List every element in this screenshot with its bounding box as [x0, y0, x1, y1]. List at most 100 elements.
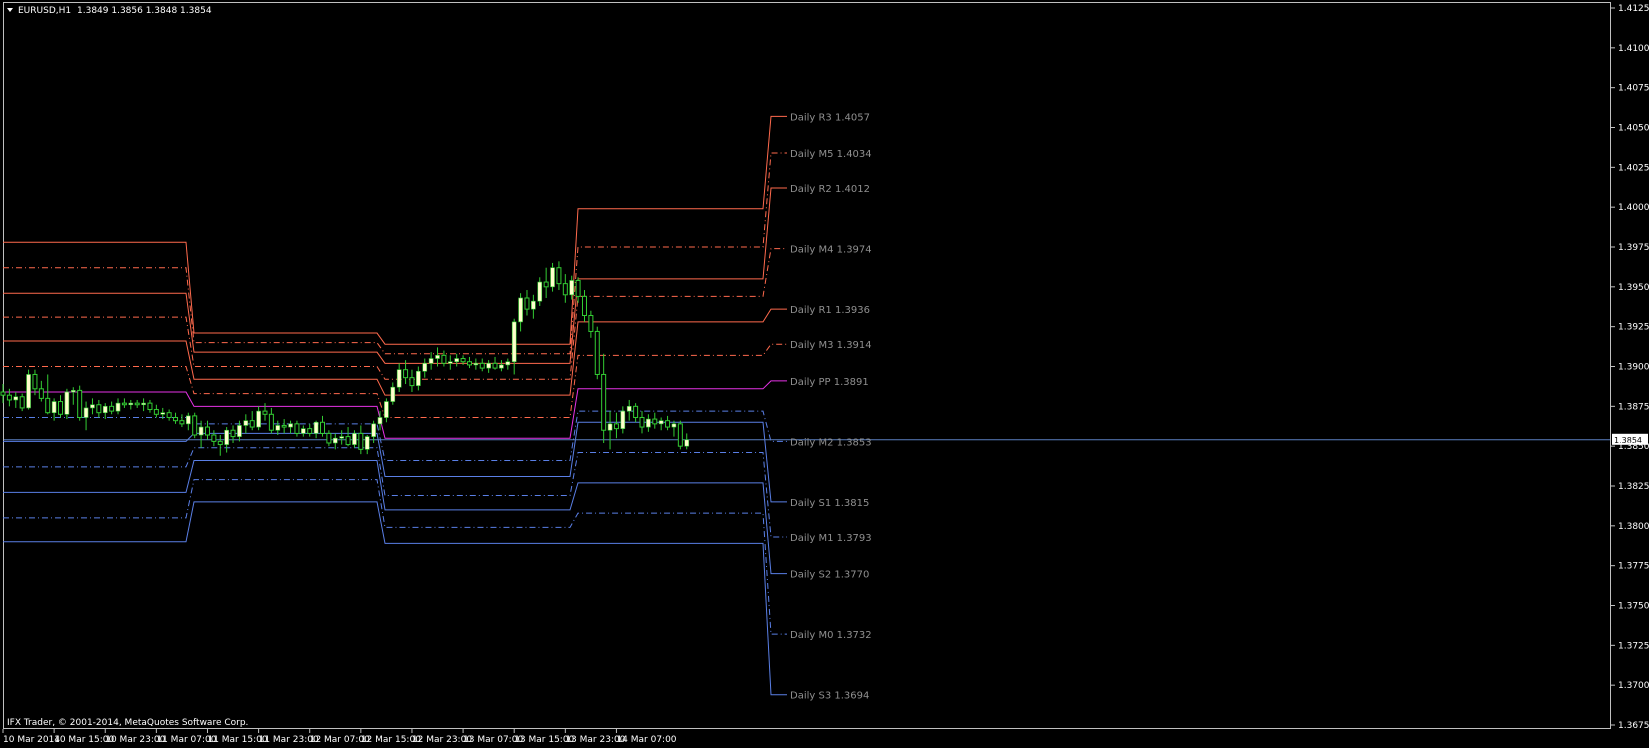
candle-body-bull — [550, 267, 555, 288]
candle-body-bear — [403, 369, 409, 379]
candle-body-bear — [0, 391, 6, 396]
candle-body-bear — [652, 418, 658, 425]
candle[interactable] — [677, 420, 683, 450]
candle-body-bear — [581, 295, 587, 317]
price-chart[interactable]: 1.3854 Daily R3 1.4057Daily M5 1.4034Dai… — [0, 0, 1649, 748]
candle-body-bear — [562, 283, 568, 296]
candle-body-bear — [77, 389, 83, 418]
candle-body-bull — [658, 420, 664, 425]
candle-body-bull — [384, 401, 389, 418]
candle-body-bull — [428, 358, 434, 364]
level-label: Daily PP 1.3891 — [790, 377, 869, 388]
candle-body-bull — [671, 423, 677, 428]
candle-body-bear — [179, 420, 185, 425]
candle-body-bull — [243, 420, 249, 426]
candle-body-bear — [121, 402, 127, 406]
candle-body-bull — [377, 417, 383, 425]
candle-body-bull — [620, 410, 626, 429]
candle-body-bull — [511, 321, 517, 363]
candle[interactable] — [64, 388, 70, 420]
level-label: Daily R3 1.4057 — [790, 112, 870, 123]
y-tick-label: 1.3675 — [1618, 721, 1649, 731]
candle-body-bull — [454, 358, 459, 363]
y-tick-label: 1.3925 — [1618, 323, 1649, 333]
candle-body-bull — [518, 297, 523, 323]
candle-body-bull — [64, 391, 70, 415]
candle-body-bear — [556, 267, 562, 285]
candle-body-bull — [371, 423, 376, 437]
candle-body-bear — [677, 423, 683, 447]
level-label: Daily S1 1.3815 — [790, 498, 869, 509]
candle-body-bear — [575, 279, 581, 297]
level-label: Daily M1 1.3793 — [790, 533, 872, 544]
candle-body-bull — [339, 436, 344, 439]
y-tick-label: 1.3975 — [1618, 243, 1649, 253]
candle-body-bear — [281, 424, 287, 428]
candle-body-bull — [13, 396, 19, 401]
candle-body-bear — [492, 362, 498, 369]
candle-body-bull — [51, 401, 57, 414]
candle-body-bull — [70, 390, 76, 393]
candle-body-bull — [569, 280, 575, 296]
candle-body-bull — [435, 355, 440, 359]
candle-body-bear — [441, 354, 447, 364]
candle-body-bull — [473, 363, 479, 366]
candle-body-bull — [198, 426, 204, 436]
candle-body-bear — [211, 434, 217, 442]
candle-body-bear — [249, 420, 255, 428]
candle-body-bull — [537, 281, 543, 302]
candle-body-bear — [147, 402, 153, 411]
y-tick-label: 1.3900 — [1618, 363, 1649, 373]
candle-body-bear — [262, 410, 268, 415]
candle-body-bear — [601, 373, 607, 431]
candle-body-bear — [96, 404, 102, 414]
candle-body-bear — [639, 416, 645, 428]
candle[interactable] — [192, 412, 198, 439]
ohlc-readout: 1.3849 1.3856 1.3848 1.3854 — [77, 6, 212, 16]
y-tick-label: 1.4050 — [1618, 124, 1649, 134]
candle-body-bear — [588, 315, 594, 332]
candle-body-bull — [505, 361, 511, 366]
candle-body-bear — [326, 432, 332, 444]
candle-body-bull — [422, 363, 428, 372]
candle-body-bull — [301, 428, 306, 434]
candle-body-bear — [460, 358, 466, 363]
candle-body-bear — [594, 330, 600, 375]
y-tick-label: 1.3825 — [1618, 482, 1649, 492]
candle-body-bear — [358, 432, 364, 450]
candle-body-bear — [166, 412, 172, 418]
candle-body-bear — [345, 436, 351, 446]
y-tick-label: 1.4025 — [1618, 163, 1649, 173]
candle-body-bull — [684, 439, 690, 447]
level-label: Daily S3 1.3694 — [790, 691, 869, 702]
level-label: Daily M0 1.3732 — [790, 630, 872, 641]
candle-body-bear — [479, 362, 485, 369]
candle-body-bear — [665, 420, 671, 428]
candle-body-bull — [256, 410, 261, 428]
candle-body-bull — [237, 425, 242, 437]
level-label: Daily S2 1.3770 — [790, 570, 869, 581]
candle-body-bear — [19, 396, 25, 409]
candle-body-bear — [58, 401, 64, 415]
candle[interactable] — [77, 385, 83, 421]
candle-body-bull — [531, 300, 536, 310]
candle-body-bull — [186, 415, 191, 425]
candle-body-bear — [294, 423, 300, 434]
y-tick-label: 1.4075 — [1618, 84, 1649, 94]
candle-body-bear — [613, 423, 619, 430]
symbol-header[interactable]: EURUSD,H1 1.3849 1.3856 1.3848 1.3854 — [7, 6, 212, 16]
candle-body-bull — [83, 407, 89, 418]
candle-body-bear — [134, 402, 140, 406]
x-tick-label: 14 Mar 07:00 — [616, 735, 676, 745]
candle-body-bull — [288, 423, 293, 428]
candle-body-bull — [332, 437, 338, 444]
candle-body-bear — [192, 415, 198, 436]
y-tick-label: 1.4000 — [1618, 203, 1649, 213]
candle-body-bear — [109, 405, 115, 412]
level-label: Daily R2 1.4012 — [790, 184, 870, 195]
candle-body-bear — [173, 416, 179, 422]
candle-body-bull — [499, 364, 504, 369]
candle[interactable] — [594, 326, 600, 380]
candle-body-bear — [204, 426, 210, 436]
candle[interactable] — [26, 369, 31, 410]
